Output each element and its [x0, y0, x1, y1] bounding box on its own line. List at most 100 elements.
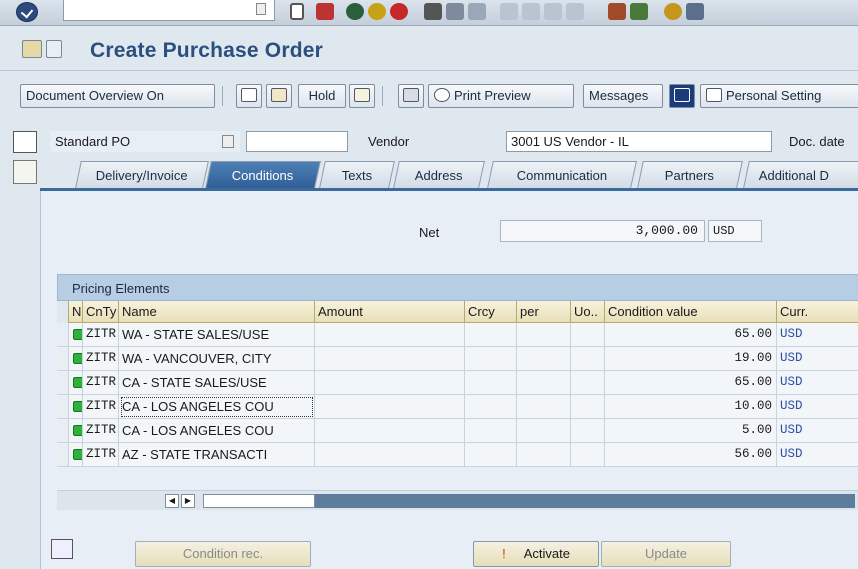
table-row[interactable]: ZITR CA - STATE SALES/USE 65.00 USD [57, 371, 858, 395]
name-cell[interactable]: WA - STATE SALES/USE [119, 323, 315, 347]
title-menu-icon[interactable] [46, 40, 62, 58]
new-session-icon[interactable] [608, 3, 626, 20]
layout-menu-icon[interactable] [686, 3, 704, 20]
table-row[interactable]: ZITR WA - STATE SALES/USE 65.00 USD [57, 323, 858, 347]
command-history-icon[interactable] [256, 3, 266, 15]
horizontal-scrollbar[interactable]: ◀ ▶ [57, 490, 858, 510]
row-selector[interactable] [57, 395, 69, 419]
name-cell[interactable]: AZ - STATE TRANSACTI [119, 443, 315, 467]
condition-detail-icon[interactable] [51, 539, 73, 559]
shopping-cart-icon[interactable] [13, 131, 37, 153]
tab-conditions[interactable]: Conditions [205, 161, 321, 188]
condition-value-cell[interactable]: 19.00 [605, 347, 777, 371]
shortcut-icon[interactable] [630, 3, 648, 20]
condition-currency-cell[interactable]: USD [777, 347, 858, 371]
command-field[interactable] [63, 0, 275, 21]
row-selector[interactable] [57, 443, 69, 467]
enter-icon[interactable] [16, 2, 38, 22]
name-cell[interactable]: WA - VANCOUVER, CITY [119, 347, 315, 371]
prev-page-icon[interactable] [522, 3, 540, 20]
col-amount[interactable]: Amount [315, 301, 465, 323]
condition-type-cell[interactable]: ZITR [83, 323, 119, 347]
condition-currency-cell[interactable]: USD [777, 419, 858, 443]
col-condition-value[interactable]: Condition value [605, 301, 777, 323]
help-icon[interactable] [664, 3, 682, 20]
green-back-icon[interactable] [346, 3, 364, 20]
find-next-icon[interactable] [468, 3, 486, 20]
last-page-icon[interactable] [566, 3, 584, 20]
table-row[interactable]: ZITR CA - LOS ANGELES COU 10.00 USD [57, 395, 858, 419]
condition-type-cell[interactable]: ZITR [83, 395, 119, 419]
po-number-field[interactable] [246, 131, 348, 152]
tab-address[interactable]: Address [393, 161, 485, 188]
select-all-cell[interactable] [57, 301, 69, 323]
col-uom[interactable]: Uo.. [571, 301, 605, 323]
name-cell[interactable]: CA - LOS ANGELES COU [119, 419, 315, 443]
condition-value-cell[interactable]: 65.00 [605, 323, 777, 347]
po-type-dropdown-icon[interactable] [222, 135, 234, 148]
amount-cell [315, 371, 465, 395]
condition-value-cell[interactable]: 65.00 [605, 371, 777, 395]
tab-communication[interactable]: Communication [487, 161, 637, 188]
po-type-field[interactable]: Standard PO [50, 131, 240, 152]
display-button[interactable] [398, 84, 424, 108]
cancel-icon[interactable] [390, 3, 408, 20]
condition-currency-cell[interactable]: USD [777, 323, 858, 347]
col-currency-2[interactable]: Curr. [777, 301, 858, 323]
header-toggle-icon[interactable] [13, 160, 37, 184]
check-button[interactable] [349, 84, 375, 108]
col-per[interactable]: per [517, 301, 571, 323]
exit-icon[interactable] [368, 3, 386, 20]
other-document-button[interactable] [266, 84, 292, 108]
condition-value-cell[interactable]: 56.00 [605, 443, 777, 467]
col-condition-type[interactable]: CnTy [83, 301, 119, 323]
activate-button[interactable]: ! Activate [473, 541, 599, 567]
table-row[interactable]: ZITR WA - VANCOUVER, CITY 19.00 USD [57, 347, 858, 371]
name-cell[interactable]: CA - STATE SALES/USE [119, 371, 315, 395]
next-page-icon[interactable] [544, 3, 562, 20]
condition-value-cell[interactable]: 10.00 [605, 395, 777, 419]
condition-type-cell[interactable]: ZITR [83, 347, 119, 371]
tab-texts[interactable]: Texts [319, 161, 395, 188]
save-icon[interactable] [290, 3, 304, 20]
condition-currency-cell[interactable]: USD [777, 395, 858, 419]
tab-additional-data[interactable]: Additional D [743, 161, 858, 188]
vendor-field[interactable]: 3001 US Vendor - IL [506, 131, 772, 152]
table-row[interactable]: ZITR CA - LOS ANGELES COU 5.00 USD [57, 419, 858, 443]
name-cell[interactable]: CA - LOS ANGELES COU [119, 395, 315, 419]
row-selector[interactable] [57, 347, 69, 371]
row-selector[interactable] [57, 419, 69, 443]
condition-type-cell[interactable]: ZITR [83, 419, 119, 443]
tab-partners[interactable]: Partners [637, 161, 743, 188]
info-button[interactable] [669, 84, 695, 108]
personal-settings-icon [706, 88, 722, 102]
condition-type-cell[interactable]: ZITR [83, 371, 119, 395]
back-icon[interactable] [316, 3, 334, 20]
update-button[interactable]: Update [601, 541, 731, 567]
scroll-left-icon[interactable]: ◀ [165, 494, 179, 508]
print-preview-button[interactable]: Print Preview [428, 84, 574, 108]
col-currency[interactable]: Crcy [465, 301, 517, 323]
condition-value-cell[interactable]: 5.00 [605, 419, 777, 443]
condition-currency-cell[interactable]: USD [777, 371, 858, 395]
condition-type-cell[interactable]: ZITR [83, 443, 119, 467]
new-document-button[interactable] [236, 84, 262, 108]
tab-delivery-invoice[interactable]: Delivery/Invoice [75, 161, 209, 188]
services-for-object-icon[interactable] [22, 40, 42, 58]
col-name[interactable]: Name [119, 301, 315, 323]
scroll-right-icon[interactable]: ▶ [181, 494, 195, 508]
scroll-thumb[interactable] [203, 494, 315, 508]
first-page-icon[interactable] [500, 3, 518, 20]
row-selector[interactable] [57, 371, 69, 395]
hold-button[interactable]: Hold [298, 84, 346, 108]
condition-record-button[interactable]: Condition rec. [135, 541, 311, 567]
personal-settings-button[interactable]: Personal Setting [700, 84, 858, 108]
condition-currency-cell[interactable]: USD [777, 443, 858, 467]
document-overview-button[interactable]: Document Overview On [20, 84, 215, 108]
print-icon[interactable] [424, 3, 442, 20]
col-status[interactable]: N.. [69, 301, 83, 323]
find-icon[interactable] [446, 3, 464, 20]
messages-button[interactable]: Messages [583, 84, 663, 108]
row-selector[interactable] [57, 323, 69, 347]
table-row[interactable]: ZITR AZ - STATE TRANSACTI 56.00 USD [57, 443, 858, 467]
